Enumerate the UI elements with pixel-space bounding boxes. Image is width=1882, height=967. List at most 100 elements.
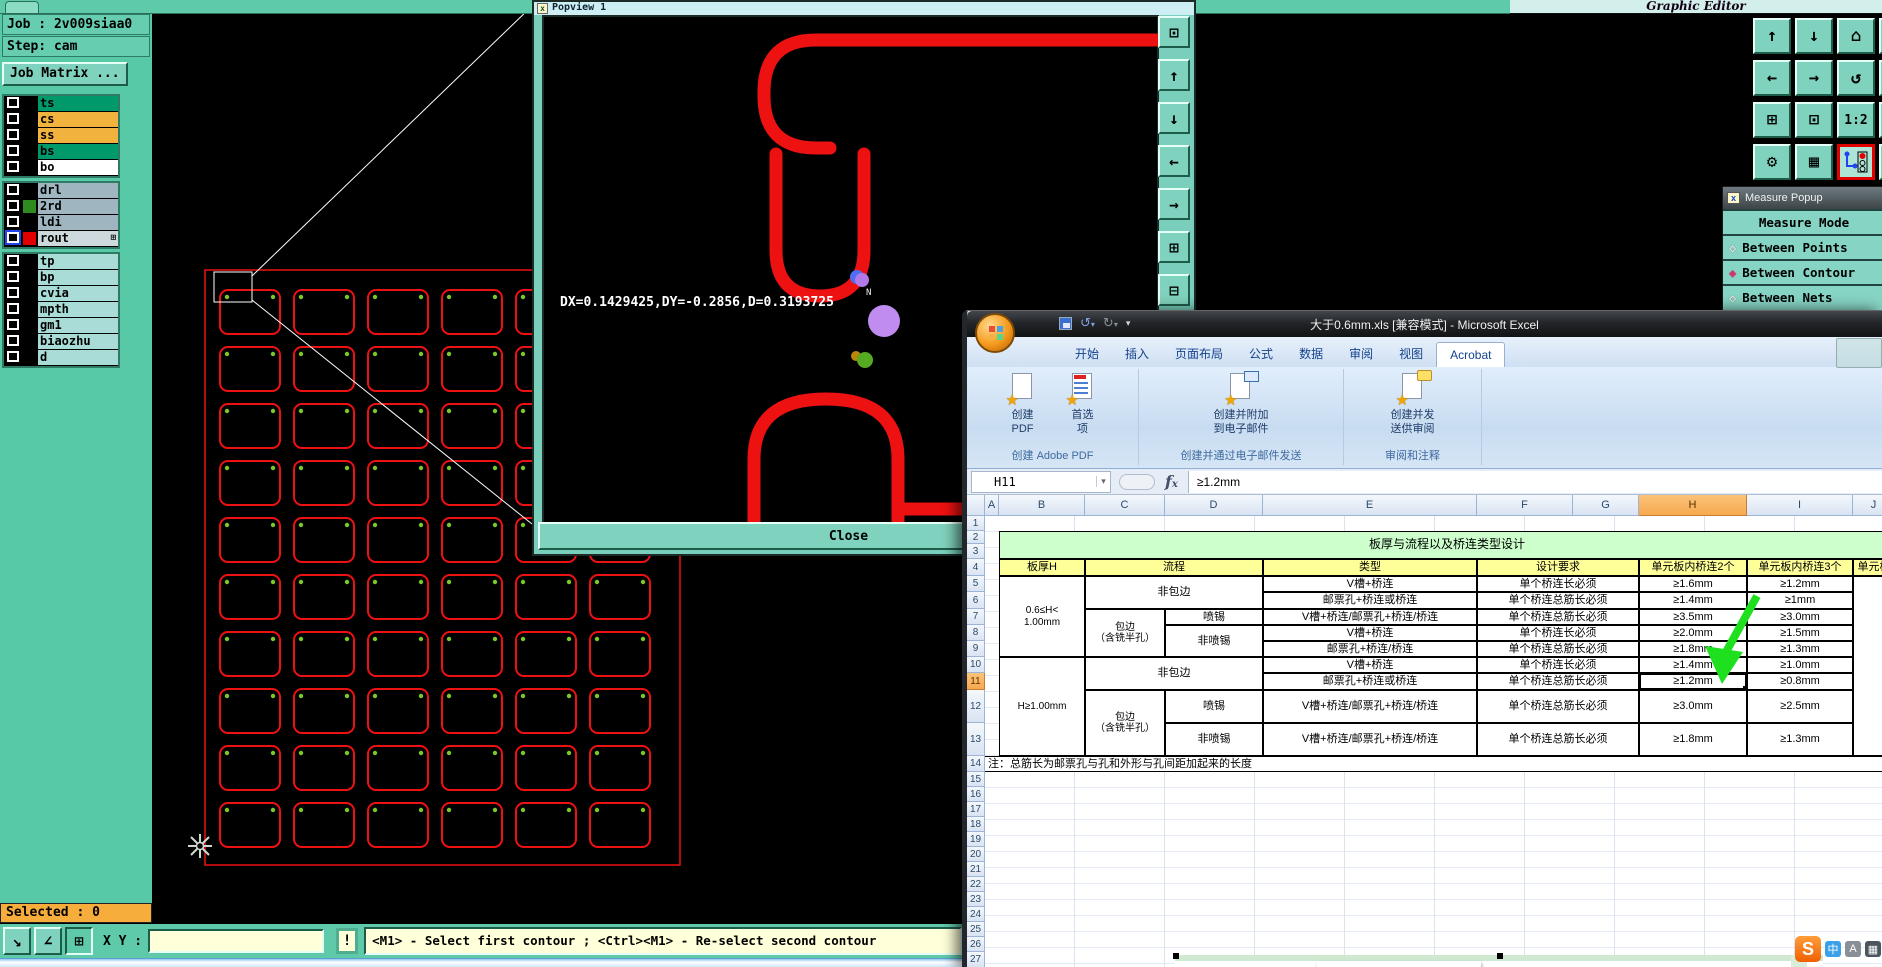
undo-view-button[interactable]: ↺ xyxy=(1837,60,1875,96)
tab-页面布局[interactable]: 页面布局 xyxy=(1162,340,1236,367)
layer-row-bo[interactable]: bo xyxy=(4,160,118,175)
sheet-cell[interactable]: 流程 xyxy=(1085,559,1263,576)
layer-color-swatch[interactable] xyxy=(23,335,36,348)
layer-checkbox[interactable] xyxy=(7,319,19,330)
tab-插入[interactable]: 插入 xyxy=(1112,340,1162,367)
sheet-cell[interactable]: ≥3.0mm xyxy=(1639,690,1747,723)
zoom-out-icon[interactable]: ⊟ xyxy=(1158,274,1190,306)
insert-function-icon[interactable]: fx xyxy=(1165,472,1178,491)
layer-checkbox[interactable] xyxy=(7,184,19,195)
row-header-7[interactable]: 7 xyxy=(967,609,985,625)
row-header-3[interactable]: 3 xyxy=(967,544,985,559)
sheet-cell[interactable]: ≥3.0mm xyxy=(1747,609,1853,625)
layer-color-swatch[interactable] xyxy=(23,287,36,300)
sheet-cell[interactable]: 板厚H xyxy=(999,559,1085,576)
layer-checkbox[interactable] xyxy=(7,351,19,362)
layer-checkbox[interactable] xyxy=(5,230,21,245)
sheet-cell[interactable]: ≥1.8mm xyxy=(1639,723,1747,756)
row-header-16[interactable]: 16 xyxy=(967,787,985,802)
shift-right-button[interactable]: → xyxy=(1795,60,1833,96)
redo-icon[interactable]: ↻▾ xyxy=(1103,315,1118,331)
sheet-cell[interactable]: 注：总筋长为邮票孔与孔和外形与孔间距加起来的长度 xyxy=(985,756,1882,772)
sheet-cell[interactable] xyxy=(1853,576,1882,756)
create-pdf-button[interactable]: ★ 创建 PDF xyxy=(995,373,1051,437)
sheet-cell[interactable]: 非喷锡 xyxy=(1165,723,1263,756)
sheet-cell[interactable]: ≥1.2mm xyxy=(1747,576,1853,592)
excel-titlebar[interactable]: 大于0.6mm.xls [兼容模式] - Microsoft Excel ↺▾ … xyxy=(967,311,1882,337)
measure-option-between-points[interactable]: ◇ Between Points xyxy=(1723,234,1882,259)
popview-titlebar[interactable]: Popview 1 xyxy=(534,2,1194,15)
layer-row-cs[interactable]: cs xyxy=(4,112,118,127)
sheet-cell[interactable]: H≥1.00mm xyxy=(999,657,1085,756)
layer-expand-icon[interactable]: ⊞ xyxy=(111,231,116,246)
row-header-20[interactable]: 20 xyxy=(967,847,985,862)
sheet-cell[interactable]: ≥2.5mm xyxy=(1747,690,1853,723)
alert-button[interactable]: ! xyxy=(336,928,359,954)
zoom-fit-button[interactable]: ⊞ xyxy=(1753,102,1791,138)
layer-row-drl[interactable]: drl xyxy=(4,183,118,198)
paste-down-button[interactable]: ↓ xyxy=(1795,18,1833,54)
tray-icon-cn[interactable]: 中 xyxy=(1825,941,1841,957)
undo-icon[interactable]: ↺▾ xyxy=(1080,315,1095,331)
layer-row-2rd[interactable]: 2rd xyxy=(4,199,118,214)
sheet-cell[interactable]: 设计要求 xyxy=(1477,559,1639,576)
worksheet[interactable]: ABCDEFGHIJ 1 2 3 4 5 6 7 8 9 10 11 12 13 14 15 16 17 18 19… xyxy=(967,495,1882,967)
layer-checkbox[interactable] xyxy=(7,255,19,266)
tab-Acrobat[interactable]: Acrobat xyxy=(1436,342,1506,367)
column-header-B[interactable]: B xyxy=(999,495,1085,516)
tab-开始[interactable]: 开始 xyxy=(1062,340,1112,367)
row-header-10[interactable]: 10 xyxy=(967,657,985,673)
column-header-E[interactable]: E xyxy=(1263,495,1477,516)
sheet-cell[interactable]: 单个桥连长必须 xyxy=(1477,657,1639,673)
sheet-cell[interactable]: V槽+桥连 xyxy=(1263,625,1477,641)
sheet-cell[interactable]: 喷锡 xyxy=(1165,690,1263,723)
layer-color-swatch[interactable] xyxy=(23,97,36,110)
tab-公式[interactable]: 公式 xyxy=(1236,340,1286,367)
layer-checkbox[interactable] xyxy=(7,287,19,298)
sogou-icon[interactable]: S xyxy=(1795,936,1821,962)
sheet-cell[interactable]: 非包边 xyxy=(1085,657,1263,690)
embedded-picture[interactable]: 插图 单元板为 170mm*120mm xyxy=(1173,953,1823,967)
zoom-center-button[interactable]: ⊡ xyxy=(1795,102,1833,138)
zoom-ratio-button[interactable]: 1:2 xyxy=(1837,102,1875,138)
row-header-25[interactable]: 25 xyxy=(967,922,985,937)
sheet-cell[interactable]: 单个桥连总筋长必须 xyxy=(1477,609,1639,625)
pan-down-icon[interactable]: ↓ xyxy=(1158,102,1190,134)
row-header-8[interactable]: 8 xyxy=(967,625,985,641)
layer-color-swatch[interactable] xyxy=(23,319,36,332)
column-header-F[interactable]: F xyxy=(1477,495,1573,516)
sheet-cell[interactable]: ≥3.5mm xyxy=(1639,609,1747,625)
sheet-cell[interactable]: ≥1.5mm xyxy=(1747,625,1853,641)
sheet-cell[interactable]: 类型 xyxy=(1263,559,1477,576)
pan-up-icon[interactable]: ↑ xyxy=(1158,59,1190,91)
save-icon[interactable] xyxy=(1059,316,1072,330)
sheet-cell[interactable]: ≥1.3mm xyxy=(1747,723,1853,756)
sheet-cell[interactable]: 包边 （含铣半孔） xyxy=(1085,690,1165,756)
layer-checkbox[interactable] xyxy=(7,97,19,108)
layer-checkbox[interactable] xyxy=(7,335,19,346)
row-header-15[interactable]: 15 xyxy=(967,772,985,787)
sheet-cell[interactable]: ≥1mm xyxy=(1747,592,1853,609)
layer-row-ss[interactable]: ss xyxy=(4,128,118,143)
column-header-G[interactable]: G xyxy=(1573,495,1639,516)
layer-color-swatch[interactable] xyxy=(23,129,36,142)
layer-row-rout[interactable]: rout ⊞ xyxy=(4,230,118,246)
row-header-11[interactable]: 11 xyxy=(967,673,985,690)
row-header-6[interactable]: 6 xyxy=(967,592,985,609)
row-header-26[interactable]: 26 xyxy=(967,937,985,952)
sheet-cell[interactable]: 邮票孔+桥连或桥连 xyxy=(1263,592,1477,609)
sheet-cell[interactable]: 单个桥连长必须 xyxy=(1477,625,1639,641)
layer-checkbox[interactable] xyxy=(7,303,19,314)
fill-handle[interactable] xyxy=(1743,686,1745,688)
column-header-I[interactable]: I xyxy=(1747,495,1853,516)
angle-measure-tool[interactable]: ∠ xyxy=(34,927,62,955)
layer-row-d[interactable]: d xyxy=(4,350,118,365)
sheet-cell[interactable]: 非包边 xyxy=(1085,576,1263,609)
layer-color-swatch[interactable] xyxy=(23,216,36,229)
copy-view-icon[interactable]: ⊡ xyxy=(1158,16,1190,48)
column-header-J[interactable]: J xyxy=(1853,495,1882,516)
grid-toggle-button[interactable]: ▦ xyxy=(1795,144,1833,180)
layer-color-swatch[interactable] xyxy=(23,200,36,213)
sheet-cell[interactable]: ≥1.4mm xyxy=(1639,657,1747,673)
row-header-4[interactable]: 4 xyxy=(967,559,985,576)
